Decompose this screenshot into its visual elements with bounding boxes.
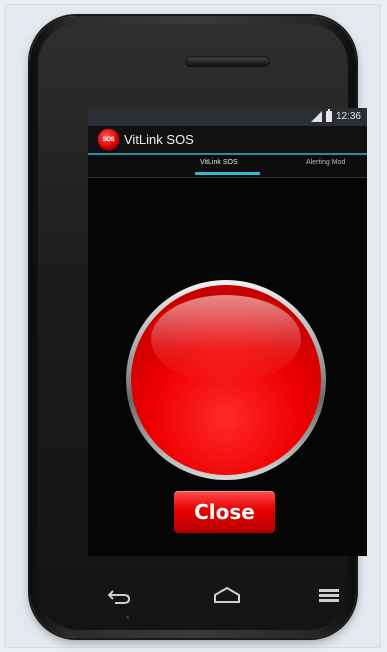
phone-screen: 12:36 SOS VitLink SOS VitLink SOS Alerti… bbox=[88, 108, 367, 556]
status-time: 12:36 bbox=[335, 111, 361, 122]
app-title: VitLink SOS bbox=[124, 132, 194, 147]
tab-bar: VitLink SOS Alerting Mod bbox=[88, 155, 367, 178]
app-icon-label: SOS bbox=[102, 136, 115, 143]
back-icon[interactable] bbox=[106, 588, 132, 604]
tab-active-indicator bbox=[195, 172, 260, 175]
action-bar: SOS VitLink SOS bbox=[88, 126, 367, 155]
app-sos-icon: SOS bbox=[98, 129, 119, 150]
tab-vitlink-sos[interactable]: VitLink SOS bbox=[200, 159, 238, 166]
sos-alert-button[interactable] bbox=[126, 280, 326, 480]
tab-alerting-mode[interactable]: Alerting Mod bbox=[306, 159, 345, 166]
navigation-bar bbox=[30, 564, 356, 614]
home-icon[interactable] bbox=[212, 586, 242, 604]
microphone bbox=[126, 616, 129, 619]
battery-icon bbox=[325, 109, 332, 122]
sos-button-core bbox=[131, 285, 321, 475]
close-button[interactable]: Close bbox=[174, 491, 275, 533]
phone-device: 12:36 SOS VitLink SOS VitLink SOS Alerti… bbox=[30, 16, 367, 638]
main-content: Close bbox=[88, 178, 367, 556]
status-bar: 12:36 bbox=[88, 108, 367, 126]
menu-icon[interactable] bbox=[316, 586, 342, 604]
sos-button-highlight bbox=[151, 295, 301, 383]
earpiece-speaker bbox=[185, 56, 270, 67]
signal-icon bbox=[310, 111, 322, 122]
